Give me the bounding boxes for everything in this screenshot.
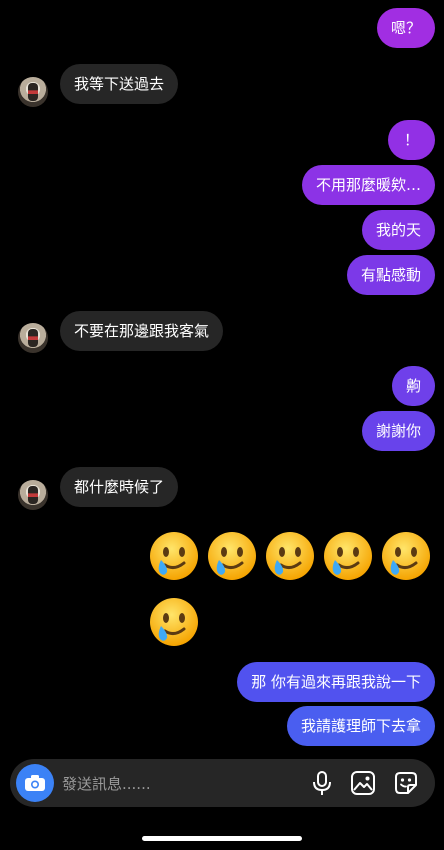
message-outgoing[interactable]: 謝謝你 [361,411,435,451]
microphone-icon[interactable] [308,769,336,797]
message-input[interactable]: 發送訊息...... [62,773,151,794]
message-text: 我請護理師下去拿 [300,717,421,735]
message-text: 謝謝你 [375,422,421,440]
contact-avatar[interactable] [18,480,48,510]
message-text: 不用那麼暖欸… [315,176,421,194]
camera-icon [25,775,45,791]
message-incoming[interactable]: 不要在那邊跟我客氣 [60,311,224,351]
message-composer: 發送訊息...... [10,759,435,807]
message-outgoing[interactable]: 我請護理師下去拿 [286,706,435,746]
message-outgoing[interactable]: 不用那麼暖欸… [301,165,435,205]
message-text: 不要在那邊跟我客氣 [74,322,210,340]
message-text: 我的天 [375,221,421,239]
message-text: 嗯？ [390,19,421,37]
message-incoming[interactable]: 我等下送過去 [60,64,179,104]
gallery-icon[interactable] [349,769,377,797]
home-indicator[interactable] [142,836,302,841]
smiling-face-with-tear-icon [382,532,430,580]
sticker-icon[interactable] [392,769,420,797]
message-text: 有點感動 [360,266,421,284]
smiling-face-with-tear-icon [150,532,198,580]
message-text: 齁 [405,377,421,395]
message-outgoing[interactable]: 嗯？ [376,8,435,48]
smiling-face-with-tear-icon [208,532,256,580]
message-outgoing[interactable]: 我的天 [361,210,435,250]
message-outgoing[interactable]: 那 你有過來再跟我說一下 [237,662,435,702]
contact-avatar[interactable] [18,77,48,107]
message-text: 都什麼時候了 [74,478,165,496]
camera-button[interactable] [16,764,54,802]
smiling-face-with-tear-icon [266,532,314,580]
smiling-face-with-tear-icon [150,598,198,646]
message-incoming[interactable]: 都什麼時候了 [60,467,179,507]
message-text: 那 你有過來再跟我說一下 [251,673,421,691]
message-outgoing[interactable]: 齁 [391,366,435,406]
contact-avatar[interactable] [18,323,48,353]
message-outgoing[interactable]: ！ [387,120,435,160]
message-text: ！ [403,131,419,149]
smiling-face-with-tear-icon [324,532,372,580]
message-text: 我等下送過去 [74,75,165,93]
message-outgoing[interactable]: 有點感動 [346,255,435,295]
